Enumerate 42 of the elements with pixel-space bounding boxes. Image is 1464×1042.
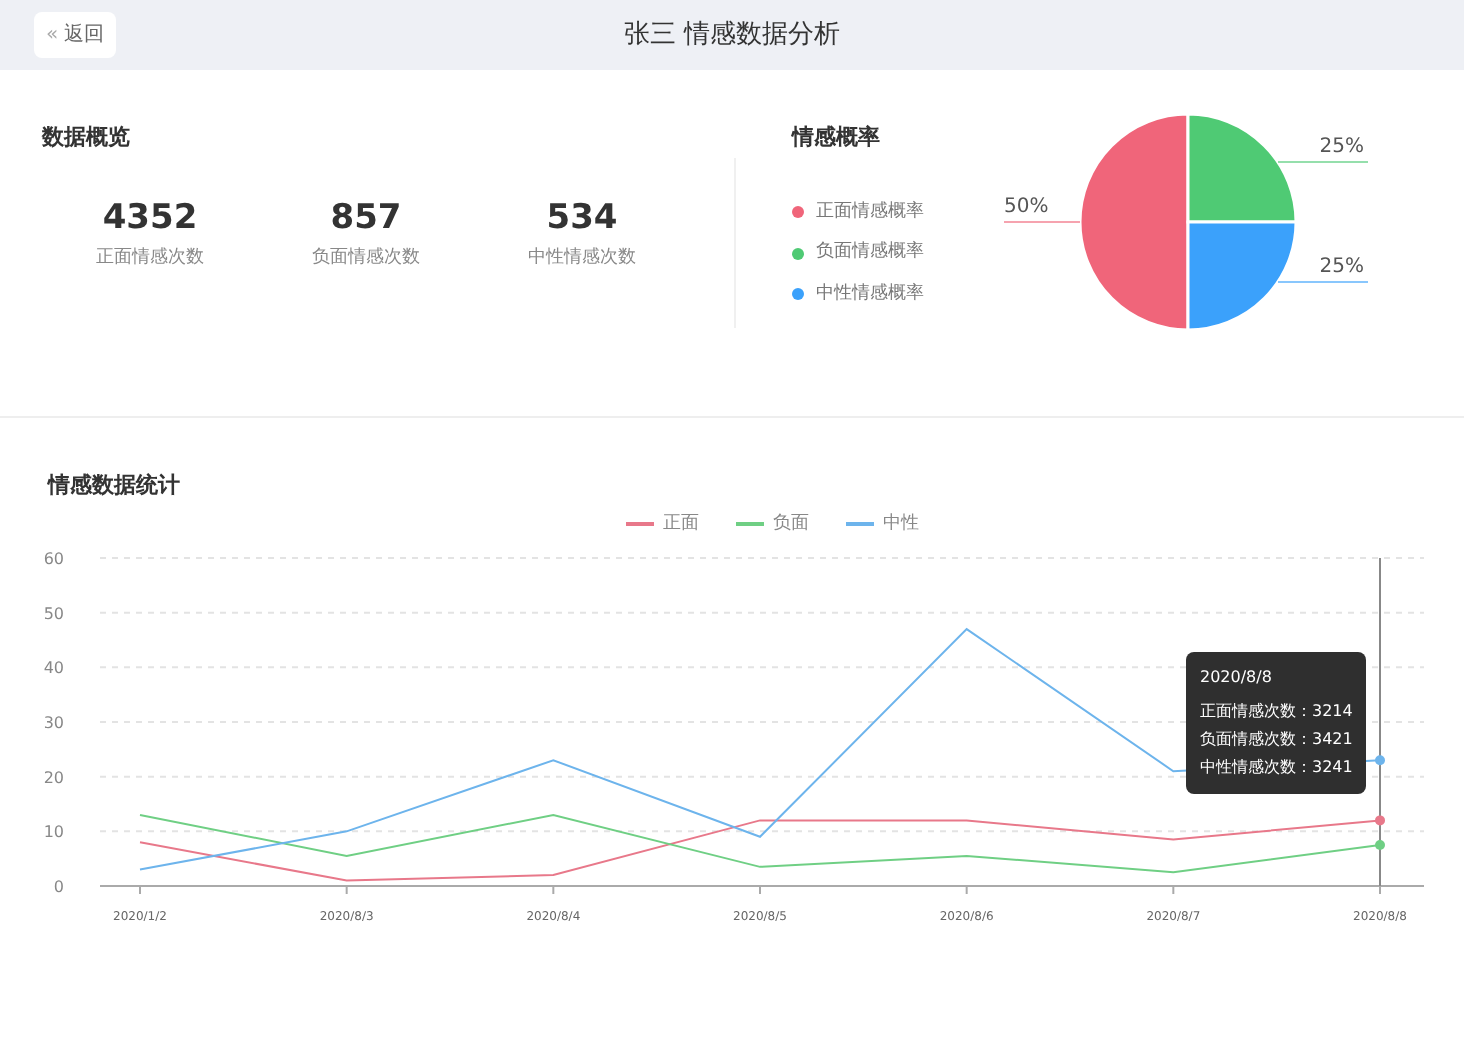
stat-label: 正面情感次数 (96, 245, 204, 271)
section-title: 情感概率 (792, 122, 882, 154)
leader-line (1003, 221, 1081, 223)
tooltip-title: 2020/8/8 (1200, 666, 1274, 690)
legend-line-icon (845, 522, 873, 527)
stat-value: 4352 (102, 195, 198, 239)
legend-label: 中性情感概率 (816, 281, 924, 307)
y-tick-label: 60 (43, 550, 64, 568)
y-tick-label: 50 (43, 604, 64, 623)
back-button[interactable]: « 返回 (34, 12, 117, 58)
leader-line (1277, 161, 1369, 163)
pie-value-label: 25% (1319, 256, 1364, 278)
legend-line-icon (735, 522, 763, 527)
back-label: 返回 (64, 21, 105, 50)
point-marker (1375, 815, 1385, 826)
y-tick-label: 30 (43, 714, 64, 732)
tooltip-line: 正面情感次数：3214 (1200, 700, 1353, 724)
page-title: 张三 情感数据分析 (623, 17, 841, 54)
point-marker (1375, 755, 1385, 766)
legend-label: 负面 (773, 511, 809, 537)
y-tick-label: 10 (43, 823, 64, 842)
point-marker (1375, 840, 1385, 850)
legend-line-icon (625, 522, 653, 527)
y-tick-label: 40 (43, 659, 64, 678)
y-tick-label: 20 (43, 768, 64, 787)
stat-label: 负面情感次数 (312, 245, 420, 271)
tooltip-line: 负面情感次数：3421 (1200, 728, 1353, 752)
stat-value: 534 (546, 195, 618, 239)
section-title: 情感数据统计 (45, 470, 182, 502)
stat-value: 857 (330, 195, 402, 239)
tooltip-line: 中性情感次数：3241 (1200, 756, 1353, 780)
legend-label: 中性 (883, 511, 919, 537)
legend-label: 正面 (663, 511, 699, 537)
stat-label: 中性情感次数 (528, 245, 636, 271)
section-title: 数据概览 (42, 122, 132, 154)
pie-value-label: 50% (1004, 196, 1049, 218)
pie-value-label: 25% (1319, 136, 1364, 158)
y-tick-label: 0 (53, 878, 64, 896)
leader-line (1277, 281, 1369, 283)
legend-label: 负面情感概率 (816, 240, 924, 266)
legend-label: 正面情感概率 (816, 199, 924, 225)
back-icon: « (46, 20, 59, 50)
